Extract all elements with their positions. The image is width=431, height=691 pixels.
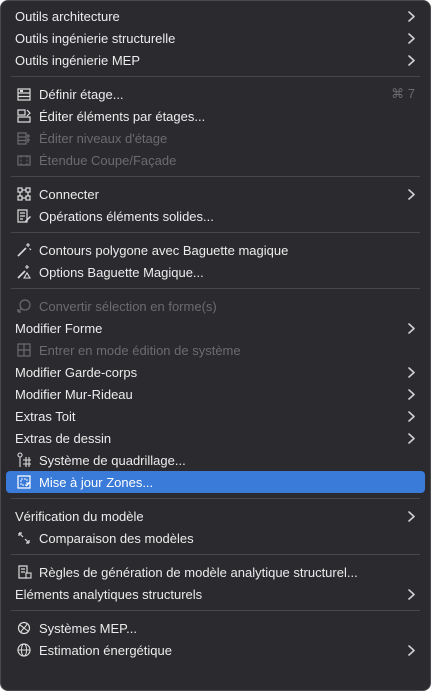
design-menu: Outils architecture Outils ingénierie st… [0,0,431,691]
chevron-right-icon [405,54,415,66]
system-edit-icon [15,341,33,359]
menu-separator [11,288,420,289]
energy-globe-icon [15,641,33,659]
menu-separator [11,176,420,177]
menu-item-label: Entrer en mode édition de système [39,342,241,358]
magic-wand-options-icon [15,263,33,281]
menu-item-label: Extras de dessin [15,430,112,446]
chevron-right-icon [405,10,415,22]
menu-item-edit-levels[interactable]: Éditer niveaux d'étage [6,127,425,149]
zone-update-icon [15,473,33,491]
story-stack-icon [15,85,33,103]
solid-operations-icon [15,207,33,225]
menu-item-modify-shape[interactable]: Modifier Forme [6,317,425,339]
menu-item-label: Modifier Garde-corps [15,364,138,380]
menu-item-modify-curtain-wall[interactable]: Modifier Mur-Rideau [6,383,425,405]
menu-item-system-edit-mode[interactable]: Entrer en mode édition de système [6,339,425,361]
menu-item-edit-by-stories[interactable]: Éditer éléments par étages... [6,105,425,127]
menu-item-modify-railing[interactable]: Modifier Garde-corps [6,361,425,383]
menu-separator [11,76,420,77]
menu-item-label: Système de quadrillage... [39,452,186,468]
menu-item-drawing-extras[interactable]: Extras de dessin [6,427,425,449]
menu-item-section-extent[interactable]: Étendue Coupe/Façade [6,149,425,171]
menu-item-mep-tools[interactable]: Outils ingénierie MEP [6,49,425,71]
menu-item-label: Outils ingénierie MEP [15,52,140,68]
menu-item-label: Contours polygone avec Baguette magique [39,242,289,258]
menu-separator [11,232,420,233]
compare-arrows-icon [15,529,33,547]
magic-wand-icon [15,241,33,259]
menu-item-model-check[interactable]: Vérification du modèle [6,505,425,527]
menu-item-grid-system[interactable]: Système de quadrillage... [6,449,425,471]
menu-item-label: Convertir sélection en forme(s) [39,298,217,314]
connect-icon [15,185,33,203]
menu-item-label: Outils architecture [15,8,120,24]
menu-item-define-story[interactable]: Définir étage... ⌘ 7 [6,83,425,105]
menu-item-label: Définir étage... [39,86,124,102]
menu-item-label: Éditer niveaux d'étage [39,130,168,146]
menu-item-label: Modifier Forme [15,320,103,336]
menu-item-magic-wand-polygon[interactable]: Contours polygone avec Baguette magique [6,239,425,261]
menu-item-label: Éditer éléments par étages... [39,108,206,124]
menu-item-label: Eléments analytiques structurels [15,586,203,602]
grid-system-icon [15,451,33,469]
menu-item-label: Connecter [39,186,99,202]
chevron-right-icon [405,188,415,200]
menu-item-analytical-rules[interactable]: Règles de génération de modèle analytiqu… [6,561,425,583]
menu-item-solid-ops[interactable]: Opérations éléments solides... [6,205,425,227]
chevron-right-icon [405,432,415,444]
menu-item-architecture-tools[interactable]: Outils architecture [6,5,425,27]
chevron-right-icon [405,322,415,334]
menu-item-label: Étendue Coupe/Façade [39,152,177,168]
menu-item-label: Règles de génération de modèle analytiqu… [39,564,358,580]
menu-item-label: Extras Toit [15,408,76,424]
section-extent-icon [15,151,33,169]
chevron-right-icon [405,644,415,656]
stories-edit-icon [15,107,33,125]
analytical-rules-icon [15,563,33,581]
story-levels-icon [15,129,33,147]
chevron-right-icon [405,32,415,44]
menu-item-update-zones[interactable]: Mise à jour Zones... [6,471,425,493]
chevron-right-icon [405,588,415,600]
menu-item-connect[interactable]: Connecter [6,183,425,205]
menu-separator [11,554,420,555]
menu-item-label: Mise à jour Zones... [39,474,154,490]
menu-item-label: Modifier Mur-Rideau [15,386,133,402]
chevron-right-icon [405,410,415,422]
mep-systems-icon [15,619,33,637]
menu-item-convert-selection[interactable]: Convertir sélection en forme(s) [6,295,425,317]
menu-item-energy-estimate[interactable]: Estimation énergétique [6,639,425,661]
chevron-right-icon [405,366,415,378]
menu-item-magic-wand-options[interactable]: Options Baguette Magique... [6,261,425,283]
menu-item-roof-extras[interactable]: Extras Toit [6,405,425,427]
menu-item-model-compare[interactable]: Comparaison des modèles [6,527,425,549]
menu-item-structural-tools[interactable]: Outils ingénierie structurelle [6,27,425,49]
menu-item-label: Systèmes MEP... [39,620,138,636]
menu-item-label: Comparaison des modèles [39,530,194,546]
menu-item-label: Options Baguette Magique... [39,264,204,280]
chevron-right-icon [405,388,415,400]
menu-item-label: Vérification du modèle [15,508,144,524]
menu-item-label: Estimation énergétique [39,642,172,658]
shortcut-label: ⌘ 7 [391,86,415,101]
convert-shape-icon [15,297,33,315]
menu-item-label: Outils ingénierie structurelle [15,30,176,46]
menu-item-mep-systems[interactable]: Systèmes MEP... [6,617,425,639]
menu-item-label: Opérations éléments solides... [39,208,214,224]
chevron-right-icon [405,510,415,522]
menu-item-analytical-elements[interactable]: Eléments analytiques structurels [6,583,425,605]
menu-separator [11,610,420,611]
menu-separator [11,498,420,499]
